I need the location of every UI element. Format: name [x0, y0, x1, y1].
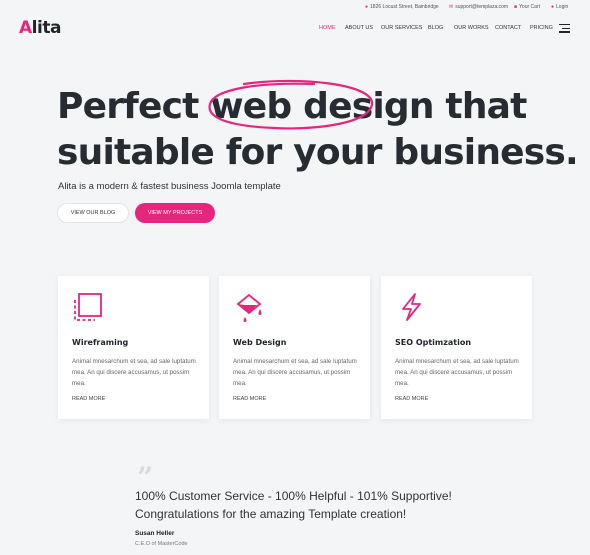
service-card-web-design: Web Design Animal mnesarchum et sea, ad …: [219, 276, 370, 419]
testimonial-role: C.E.O of MasterCode: [135, 541, 188, 547]
hero-title-highlight: web design: [208, 79, 434, 130]
hero-title-pre: Perfect: [57, 86, 211, 127]
cart-link[interactable]: ■ Your Cart: [514, 4, 540, 10]
nav-our-works[interactable]: OUR WORKS: [454, 25, 489, 31]
service-card-seo: SEO Optimzation Animal mnesarchum et sea…: [381, 276, 532, 419]
nav-our-services[interactable]: OUR SERVICES: [381, 25, 422, 31]
service-description: Animal mnesarchum et sea, ad sale luptat…: [395, 358, 519, 387]
cart-text: Your Cart: [519, 4, 540, 10]
testimonial-author: Susan Heller: [135, 530, 175, 537]
login-link[interactable]: ● Login: [551, 4, 568, 10]
nav-about-us[interactable]: ABOUT US: [345, 25, 373, 31]
site-logo[interactable]: Alita: [19, 18, 61, 38]
service-title: Wireframing: [72, 338, 129, 347]
lightning-icon: [402, 293, 421, 321]
view-blog-button[interactable]: VIEW OUR BLOG: [57, 203, 129, 223]
site-header: Alita HOME ABOUT US OUR SERVICES BLOG OU…: [0, 14, 590, 46]
service-card-wireframing: Wireframing Animal mnesarchum et sea, ad…: [58, 276, 209, 419]
read-more-link[interactable]: READ MORE: [233, 396, 266, 402]
wireframe-icon: [74, 293, 102, 321]
service-title: SEO Optimzation: [395, 338, 472, 347]
read-more-link[interactable]: READ MORE: [72, 396, 105, 402]
envelope-icon: ✉: [449, 4, 454, 10]
hero-subtitle: Alita is a modern & fastest business Joo…: [58, 181, 281, 192]
testimonial-line-2: Congratulations for the amazing Template…: [135, 507, 407, 521]
hand-drawn-circle-icon: [208, 79, 374, 130]
service-description: Animal mnesarchum et sea, ad sale luptat…: [72, 358, 196, 387]
user-icon: ●: [551, 4, 555, 10]
hero-title-line-1: Perfect web design that: [57, 79, 578, 130]
cart-icon: ■: [514, 4, 518, 10]
view-projects-button[interactable]: VIEW MY PROJECTS: [135, 203, 215, 223]
hero-title: Perfect web design that suitable for you…: [57, 79, 579, 176]
hamburger-menu-icon[interactable]: [559, 24, 570, 35]
service-description: Animal mnesarchum et sea, ad sale luptat…: [233, 358, 357, 387]
service-title: Web Design: [233, 338, 287, 347]
nav-contact[interactable]: CONTACT: [495, 25, 521, 31]
email-text: support@templaza.com: [455, 4, 509, 10]
nav-blog[interactable]: BLOG: [428, 25, 443, 31]
logo-text: lita: [31, 18, 62, 38]
quote-icon: ”: [137, 461, 154, 494]
paint-bucket-icon: [236, 293, 262, 322]
testimonial-line-1: 100% Customer Service - 100% Helpful - 1…: [135, 489, 452, 503]
nav-pricing[interactable]: PRICING: [530, 25, 553, 31]
logo-initial: A: [19, 18, 32, 38]
location-pin-icon: ●: [365, 4, 369, 10]
email-link[interactable]: ✉ support@templaza.com: [449, 4, 508, 10]
nav-home[interactable]: HOME: [319, 25, 336, 31]
address-text: 1826 Locust Street, Bainbridge: [370, 4, 439, 10]
address-info: ● 1826 Locust Street, Bainbridge: [365, 4, 439, 10]
top-bar: ● 1826 Locust Street, Bainbridge ✉ suppo…: [0, 0, 590, 14]
read-more-link[interactable]: READ MORE: [395, 396, 428, 402]
login-text: Login: [556, 4, 569, 10]
hero-title-line-2: suitable for your business.: [57, 132, 579, 173]
hero-title-post: that: [433, 86, 527, 127]
